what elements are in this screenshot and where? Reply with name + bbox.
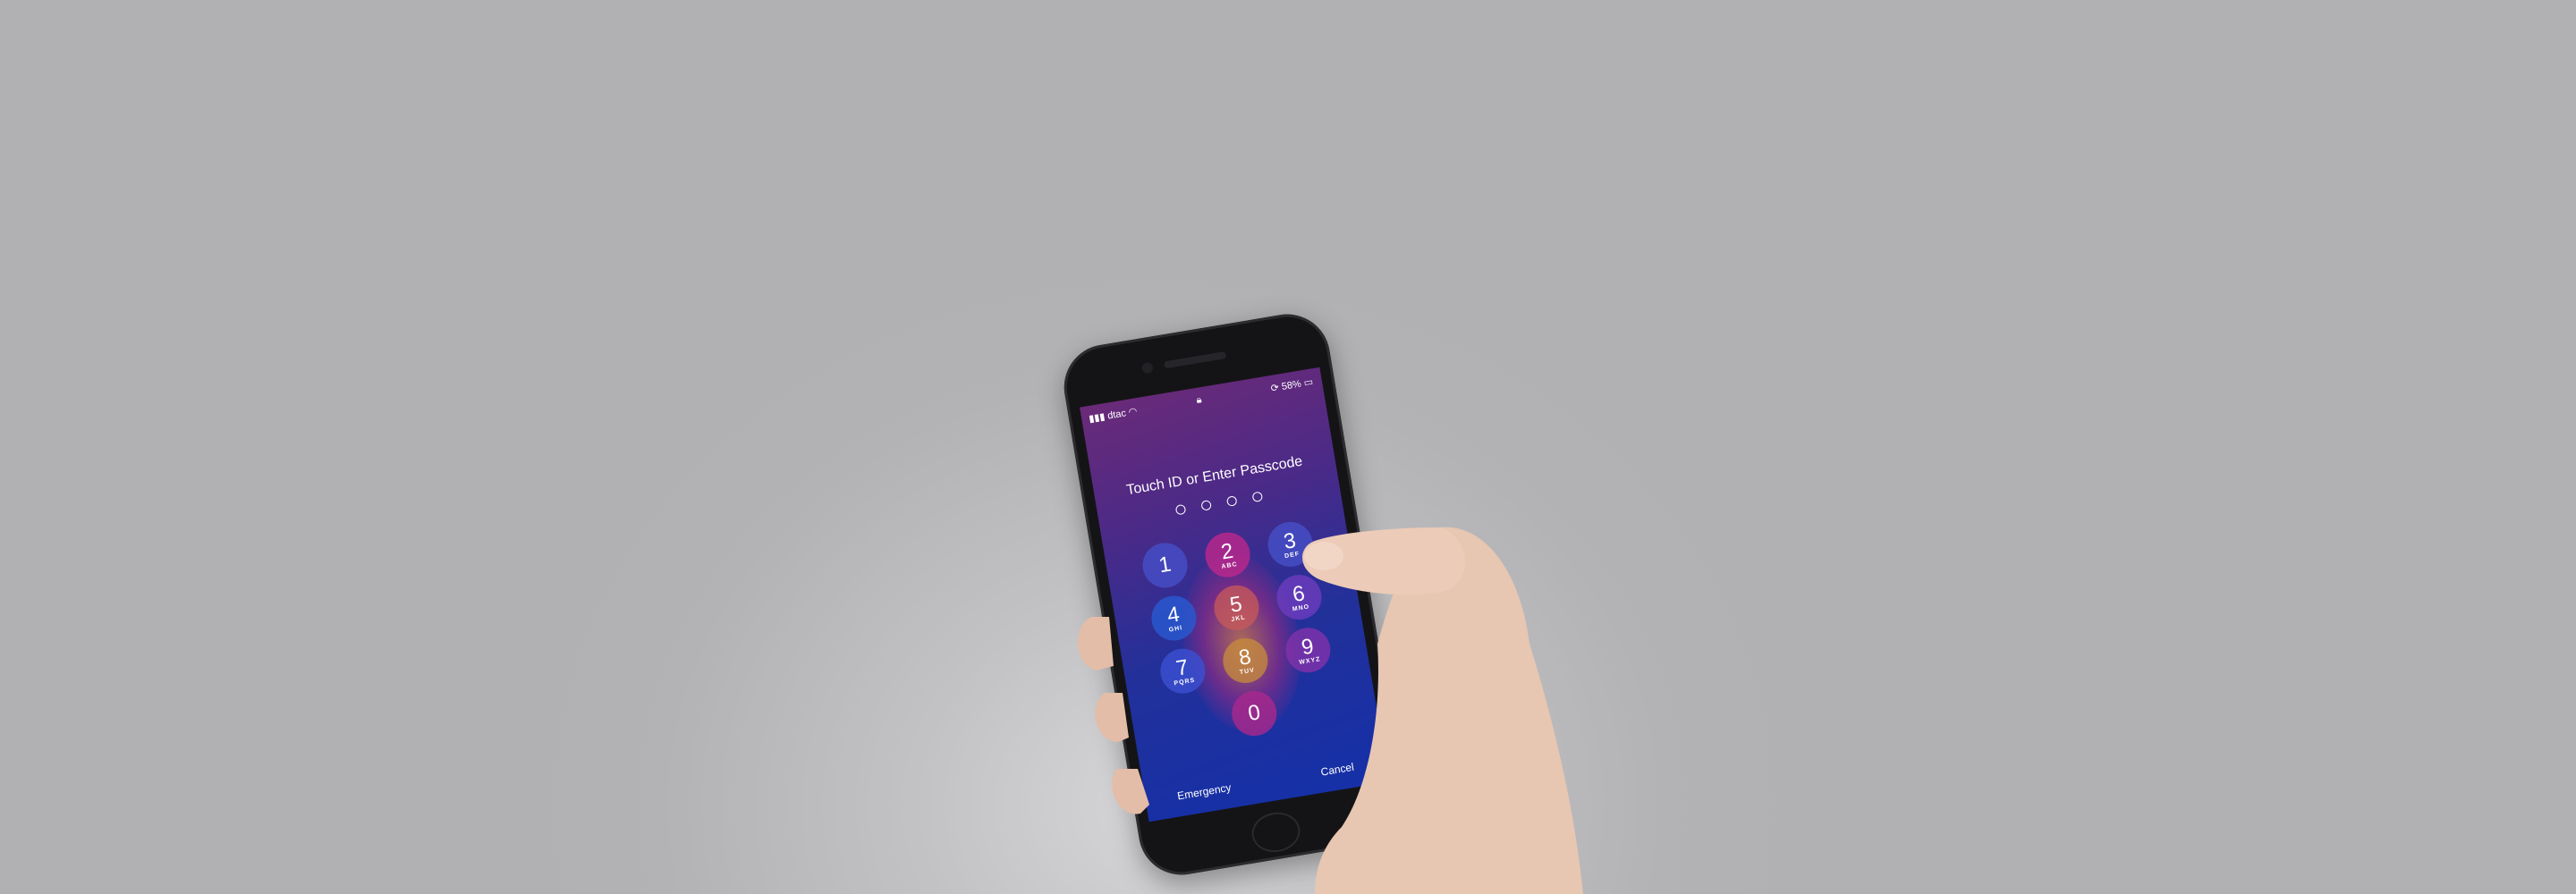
hand [1077,527,1583,894]
thumbnail [1304,542,1343,570]
fingers-left [1077,617,1149,814]
